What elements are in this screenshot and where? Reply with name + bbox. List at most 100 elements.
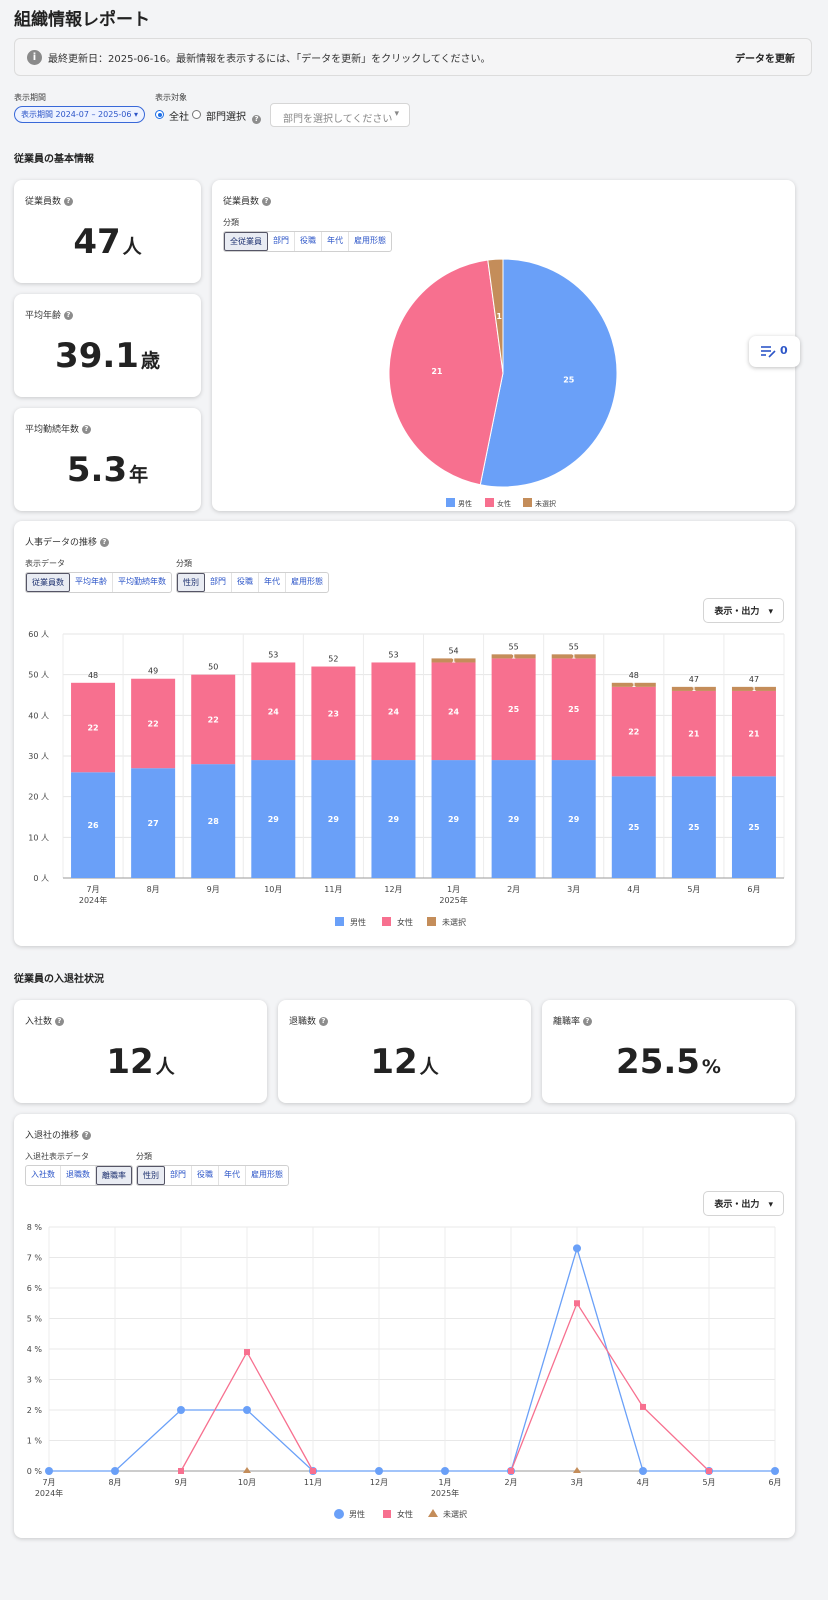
bar-total-label: 53 — [268, 650, 278, 659]
tenure-value: 5.3 年 — [66, 450, 149, 490]
bar-total-label: 53 — [388, 650, 398, 659]
y-tick-label: 20 人 — [28, 793, 49, 802]
hr-trend-card: 人事データの推移 ? 表示データ 従業員数 平均年齢 平均勤続年数 分類 性別 … — [14, 521, 795, 946]
x-tick-label: 11月 — [324, 885, 342, 894]
x-tick-label: 11月 — [304, 1478, 322, 1487]
y-tick-label: 6 % — [27, 1284, 43, 1293]
legend-swatch — [523, 498, 532, 507]
bar-data-label: 25 — [568, 705, 580, 714]
stacked-bar-chart: 0 人 10 人 20 人 30 人 40 人 50 人 60 人 26 22 48 7月2024年… — [28, 630, 785, 927]
data-point — [573, 1244, 581, 1253]
data-point — [375, 1467, 383, 1475]
info-banner: i 最終更新日：2025-06-16。最新情報を表示するには、「データを更新」を… — [14, 38, 812, 76]
period-value: 表示期間 2024-07 – 2025-06 — [21, 110, 132, 119]
edit-list-button[interactable]: 0 — [749, 336, 800, 367]
card-label: 平均勤続年数 ? — [25, 422, 91, 435]
bar-data-label: 29 — [508, 815, 520, 824]
help-icon: ? — [54, 1017, 64, 1026]
x-tick-label: 7月 — [42, 1478, 55, 1487]
help-icon: ? — [252, 109, 261, 128]
x-tick-label: 12月 — [370, 1478, 388, 1487]
y-tick-label: 10 人 — [28, 833, 49, 842]
bar-data-label: 1 — [512, 653, 516, 660]
legend-label: 女性 — [397, 1509, 413, 1519]
bar-data-label: 22 — [148, 719, 159, 728]
pie-data-label: 1 — [496, 312, 502, 321]
tenure-card: 平均勤続年数 ? 5.3 年 — [14, 408, 201, 511]
hires-card: 入社数 ? 12 人 — [14, 1000, 267, 1103]
radio-all[interactable] — [155, 110, 164, 119]
turnover-rate-card: 離職率 ? 25.5% — [542, 1000, 795, 1103]
x-year-label: 2024年 — [35, 1488, 63, 1498]
bar-data-label: 29 — [388, 815, 400, 824]
bar-data-label: 29 — [448, 815, 460, 824]
x-tick-label: 12月 — [384, 885, 402, 894]
y-tick-label: 60 人 — [28, 630, 49, 639]
target-label: 表示対象 — [155, 93, 187, 102]
data-point — [441, 1467, 449, 1475]
bar-data-label: 25 — [628, 823, 640, 832]
hires-value: 12 人 — [106, 1042, 175, 1082]
section-title-basic: 従業員の基本情報 — [14, 154, 94, 165]
data-point — [310, 1468, 316, 1474]
x-tick-label: 3月 — [567, 885, 580, 894]
x-year-label: 2024年 — [79, 895, 107, 905]
data-point — [45, 1467, 53, 1475]
bar-data-label: 1 — [752, 686, 756, 693]
avg-age-value: 39.1 歳 — [55, 336, 160, 376]
y-tick-label: 0 % — [27, 1467, 43, 1476]
x-tick-label: 8月 — [108, 1478, 121, 1487]
x-tick-label: 9月 — [207, 885, 220, 894]
bar-total-label: 47 — [689, 675, 699, 684]
bar-data-label: 24 — [448, 707, 460, 716]
section-title-turnover: 従業員の入退社状況 — [14, 974, 104, 985]
pie-card: 従業員数 ? 分類 全従業員 部門 役職 年代 雇用形態 25 21 1 男性 女性 未選… — [212, 180, 795, 511]
data-point — [243, 1406, 251, 1414]
x-tick-label: 1月 — [447, 885, 460, 894]
y-tick-label: 40 人 — [28, 711, 49, 720]
bar-total-label: 52 — [328, 655, 338, 664]
data-point — [771, 1467, 779, 1475]
legend-label: 男性 — [349, 1509, 365, 1519]
help-icon: ? — [318, 1017, 328, 1026]
radio-dept[interactable] — [192, 110, 201, 119]
help-icon: ? — [63, 197, 73, 206]
x-tick-label: 10月 — [264, 885, 282, 894]
bar-data-label: 23 — [328, 709, 339, 718]
card-label: 平均年齢 ? — [25, 308, 73, 321]
legend-label: 未選択 — [535, 499, 556, 508]
period-selector[interactable]: 表示期間 2024-07 – 2025-06 ▾ — [14, 106, 146, 123]
legend-swatch — [427, 917, 436, 926]
pie-data-label: 21 — [431, 367, 443, 376]
legend-label: 男性 — [458, 499, 472, 508]
pie-chart: 25 21 1 男性 女性 未選択 — [388, 258, 618, 508]
bar-data-label: 28 — [208, 817, 220, 826]
refresh-data-button[interactable]: データを更新 — [735, 50, 795, 65]
turnover-rate-value: 25.5% — [616, 1042, 721, 1082]
y-tick-label: 4 % — [27, 1345, 43, 1354]
legend-label: 女性 — [497, 499, 511, 508]
info-icon: i — [27, 50, 42, 65]
x-tick-label: 5月 — [702, 1478, 715, 1487]
help-icon: ? — [81, 425, 91, 434]
data-point — [178, 1468, 184, 1474]
data-point — [639, 1467, 647, 1475]
y-tick-label: 7 % — [27, 1254, 43, 1263]
turnover-trend-card: 入退社の推移 ? 入退社表示データ 入社数 退職数 離職率 分類 性別 部門 役… — [14, 1114, 795, 1538]
bar-total-label: 47 — [749, 675, 759, 684]
turnover-line-chart: 0 % 1 % 2 % 3 % 4 % 5 % 6 % 7 % 8 % 7月2024年 8月 9月 10… — [27, 1223, 782, 1519]
leavers-value: 12 人 — [370, 1042, 439, 1082]
data-point — [244, 1349, 250, 1356]
radio-dept-label: 部門選択 — [206, 112, 246, 123]
legend-marker — [428, 1509, 438, 1517]
dept-select[interactable]: 部門を選択してください ▾ — [270, 103, 410, 127]
banner-text: 最終更新日：2025-06-16。最新情報を表示するには、「データを更新」をクリ… — [48, 54, 491, 65]
bar-total-label: 50 — [208, 663, 218, 672]
caret-down-icon: ▾ — [394, 109, 399, 119]
data-point — [177, 1406, 185, 1414]
dept-placeholder: 部門を選択してください — [283, 114, 393, 125]
x-tick-label: 3月 — [570, 1478, 583, 1487]
y-tick-label: 50 人 — [28, 671, 49, 680]
series-line — [49, 1246, 775, 1472]
bar-data-label: 21 — [688, 730, 700, 739]
